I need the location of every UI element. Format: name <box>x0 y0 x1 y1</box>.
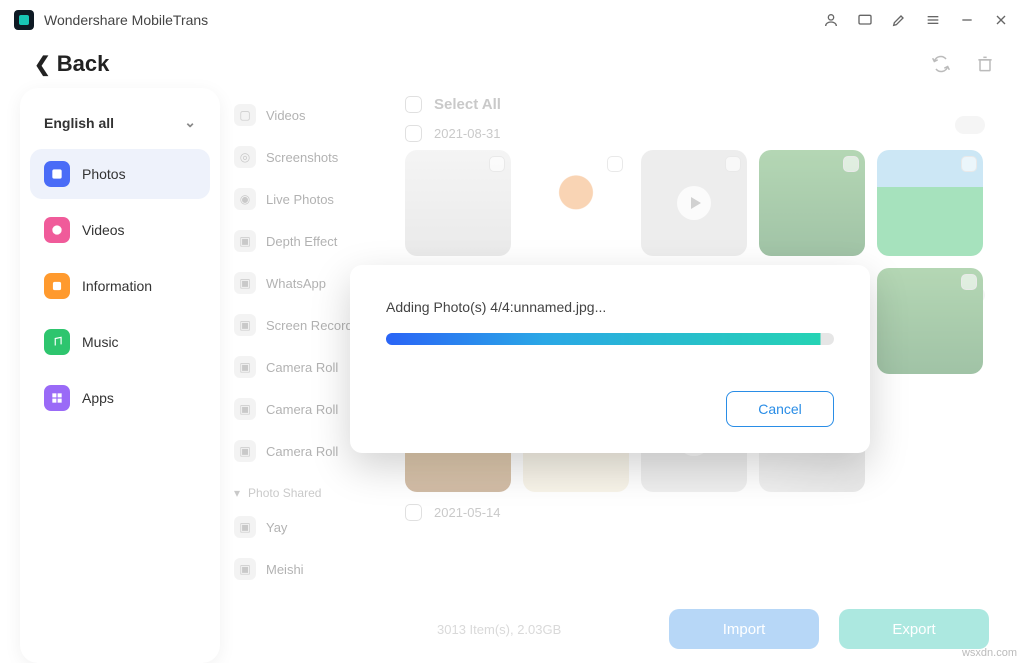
sidebar-item-label: Music <box>82 334 119 350</box>
video-thumbnail[interactable] <box>641 150 747 256</box>
edit-icon[interactable] <box>891 12 907 28</box>
sub-item: ▢Videos <box>226 94 401 136</box>
back-row: ❮ Back <box>0 40 1023 88</box>
photo-thumbnail[interactable] <box>759 150 865 256</box>
refresh-icon[interactable] <box>931 54 951 74</box>
photo-thumbnail[interactable] <box>877 150 983 256</box>
folder-icon: ▣ <box>234 516 256 538</box>
sidebar-item-apps[interactable]: Apps <box>30 373 210 423</box>
photo-thumbnail[interactable] <box>405 150 511 256</box>
depth-icon: ▣ <box>234 230 256 252</box>
app-title: Wondershare MobileTrans <box>44 12 208 28</box>
whatsapp-icon: ▣ <box>234 272 256 294</box>
message-icon[interactable] <box>857 12 873 28</box>
account-icon[interactable] <box>823 12 839 28</box>
apps-icon <box>44 385 70 411</box>
screenshot-icon: ◎ <box>234 146 256 168</box>
photo-thumbnail[interactable] <box>523 150 629 256</box>
music-icon <box>44 329 70 355</box>
sub-item: ◎Screenshots <box>226 136 401 178</box>
sub-item: ▣Depth Effect <box>226 220 401 262</box>
sub-item: ▣Meishi <box>226 548 401 590</box>
photo-thumbnail[interactable] <box>877 268 983 374</box>
videos-icon <box>44 217 70 243</box>
close-icon[interactable] <box>993 12 1009 28</box>
content-footer: 3013 Item(s), 2.03GB Import Export <box>401 609 989 649</box>
thumb-checkbox[interactable] <box>961 274 977 290</box>
group-date-label: 2021-05-14 <box>434 505 501 520</box>
sidebar-item-label: Information <box>82 278 152 294</box>
watermark: wsxdn.com <box>962 647 1017 659</box>
group-date-label: 2021-08-31 <box>434 126 501 141</box>
shared-section[interactable]: ▾Photo Shared <box>226 472 401 506</box>
cancel-button[interactable]: Cancel <box>726 391 834 427</box>
select-all-label: Select All <box>434 96 501 113</box>
app-logo <box>14 10 34 30</box>
select-all-checkbox[interactable] <box>405 96 422 113</box>
back-label: Back <box>57 51 110 77</box>
menu-icon[interactable] <box>925 12 941 28</box>
sidebar-item-photos[interactable]: Photos <box>30 149 210 199</box>
thumb-checkbox[interactable] <box>607 156 623 172</box>
sidebar-item-label: Photos <box>82 166 126 182</box>
progress-message: Adding Photo(s) 4/4:unnamed.jpg... <box>386 299 834 315</box>
play-icon <box>641 150 747 256</box>
date-group[interactable]: 2021-05-14 <box>401 500 1003 529</box>
group-checkbox[interactable] <box>405 504 422 521</box>
trash-icon[interactable] <box>975 54 995 74</box>
sidebar-header-label: English all <box>44 115 114 131</box>
sidebar: English all ⌄ Photos Videos Information … <box>20 88 220 663</box>
footer-summary: 3013 Item(s), 2.03GB <box>401 622 649 637</box>
chevron-down-icon: ⌄ <box>184 114 196 131</box>
title-bar: Wondershare MobileTrans <box>0 0 1023 40</box>
folder-icon: ▣ <box>234 356 256 378</box>
photos-icon <box>44 161 70 187</box>
sidebar-header[interactable]: English all ⌄ <box>30 106 210 149</box>
sub-item: ◉Live Photos <box>226 178 401 220</box>
folder-icon: ▣ <box>234 558 256 580</box>
thumb-checkbox[interactable] <box>961 156 977 172</box>
import-button[interactable]: Import <box>669 609 819 649</box>
sidebar-item-videos[interactable]: Videos <box>30 205 210 255</box>
livephoto-icon: ◉ <box>234 188 256 210</box>
group-checkbox[interactable] <box>405 125 422 142</box>
export-button[interactable]: Export <box>839 609 989 649</box>
date-group[interactable]: 2021-08-31 <box>401 121 1003 150</box>
thumb-checkbox[interactable] <box>843 156 859 172</box>
recorder-icon: ▣ <box>234 314 256 336</box>
sidebar-item-information[interactable]: Information <box>30 261 210 311</box>
count-badge <box>955 116 985 134</box>
sidebar-item-label: Videos <box>82 222 125 238</box>
chevron-left-icon: ❮ <box>34 52 51 77</box>
caret-down-icon: ▾ <box>234 486 240 500</box>
thumb-checkbox[interactable] <box>489 156 505 172</box>
information-icon <box>44 273 70 299</box>
folder-icon: ▣ <box>234 398 256 420</box>
progress-dialog: Adding Photo(s) 4/4:unnamed.jpg... Cance… <box>350 265 870 453</box>
sub-item: ▣Yay <box>226 506 401 548</box>
select-all-row[interactable]: Select All <box>401 88 1003 121</box>
folder-icon: ▣ <box>234 440 256 462</box>
minimize-icon[interactable] <box>959 12 975 28</box>
sidebar-item-label: Apps <box>82 390 114 406</box>
sidebar-item-music[interactable]: Music <box>30 317 210 367</box>
back-button[interactable]: ❮ Back <box>34 51 109 77</box>
progress-bar <box>386 333 834 345</box>
video-icon: ▢ <box>234 104 256 126</box>
